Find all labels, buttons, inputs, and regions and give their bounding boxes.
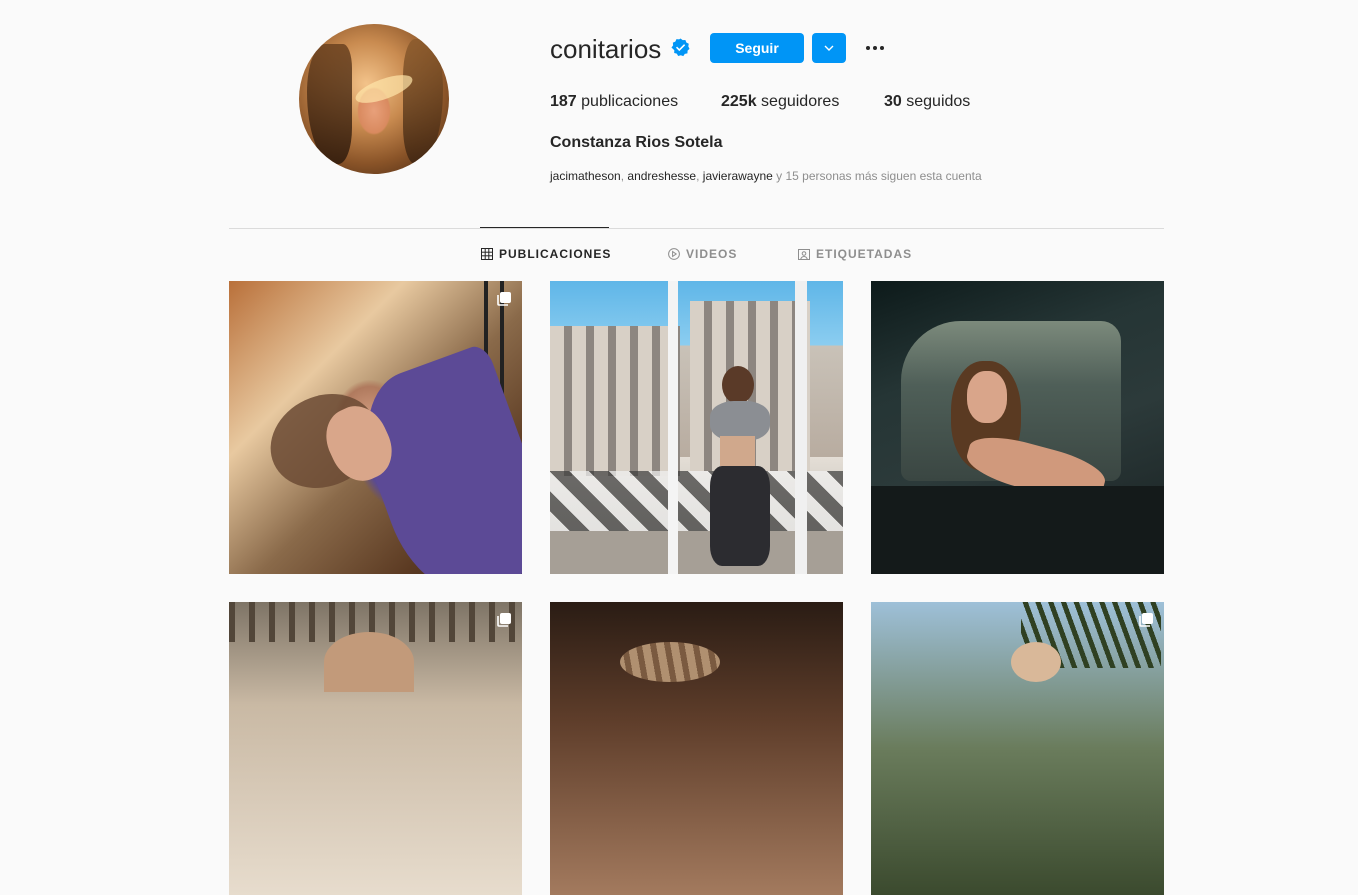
post-thumbnail[interactable] (871, 281, 1164, 574)
followers-label: seguidores (756, 93, 840, 110)
followers-count: 225k (721, 93, 757, 110)
post-image-detail (710, 466, 770, 566)
tab-label: ETIQUETADAS (816, 247, 913, 261)
tab-etiquetadas[interactable]: ETIQUETADAS (798, 246, 912, 262)
suggested-dropdown-button[interactable] (812, 33, 846, 63)
dot-icon (873, 46, 877, 50)
posts-stat: 187 publicaciones (550, 92, 678, 112)
post-thumbnail[interactable] (550, 281, 843, 574)
post-image-detail (550, 326, 680, 476)
dot-icon (866, 46, 870, 50)
profile-username: conitarios (550, 34, 662, 64)
followed-by-user[interactable]: jacimatheson (550, 169, 621, 183)
post-image-detail (795, 281, 807, 574)
followed-by-user[interactable]: andreshesse (627, 169, 696, 183)
chevron-down-icon (824, 45, 834, 51)
post-image-detail (710, 401, 770, 441)
profile-avatar[interactable] (299, 24, 449, 174)
followed-by-suffix: y 15 personas más siguen esta cuenta (772, 169, 982, 183)
following-stat[interactable]: 30 seguidos (884, 92, 970, 112)
following-label: seguidos (901, 93, 971, 110)
post-image-detail (1011, 642, 1061, 682)
grid-icon (481, 248, 493, 260)
post-image-detail (668, 281, 678, 574)
tab-label: VIDEOS (686, 247, 738, 261)
play-icon (668, 248, 680, 260)
post-thumbnail[interactable] (229, 602, 522, 895)
tabs-divider (229, 228, 1164, 229)
carousel-icon (497, 292, 511, 306)
post-image-detail (620, 642, 720, 682)
post-image-detail (967, 371, 1007, 423)
follow-button[interactable]: Seguir (710, 33, 804, 63)
avatar-hair-right (403, 39, 443, 164)
carousel-icon (1139, 613, 1153, 627)
post-image-detail (871, 486, 1164, 574)
verified-badge-icon (671, 38, 690, 57)
post-image-detail (722, 366, 754, 404)
followers-stat[interactable]: 225k seguidores (721, 92, 839, 112)
profile-full-name: Constanza Rios Sotela (550, 134, 723, 151)
dot-icon (880, 46, 884, 50)
active-tab-indicator (480, 227, 609, 228)
post-thumbnail[interactable] (229, 281, 522, 574)
post-image-detail (324, 632, 414, 692)
separator: , (696, 169, 703, 183)
tab-videos[interactable]: VIDEOS (668, 246, 737, 262)
post-image-detail (720, 436, 755, 466)
following-count: 30 (884, 93, 902, 110)
tagged-icon (798, 249, 810, 260)
post-thumbnail[interactable] (550, 602, 843, 895)
posts-label: publicaciones (576, 93, 679, 110)
followed-by-text[interactable]: jacimatheson, andreshesse, javierawayne … (550, 168, 982, 184)
more-options-button[interactable] (863, 36, 887, 60)
avatar-hair-left (307, 44, 352, 164)
tab-publicaciones[interactable]: PUBLICACIONES (481, 246, 611, 262)
followed-by-user[interactable]: javierawayne (703, 169, 773, 183)
post-thumbnail[interactable] (871, 602, 1164, 895)
posts-count: 187 (550, 93, 577, 110)
tab-label: PUBLICACIONES (499, 247, 612, 261)
carousel-icon (497, 613, 511, 627)
